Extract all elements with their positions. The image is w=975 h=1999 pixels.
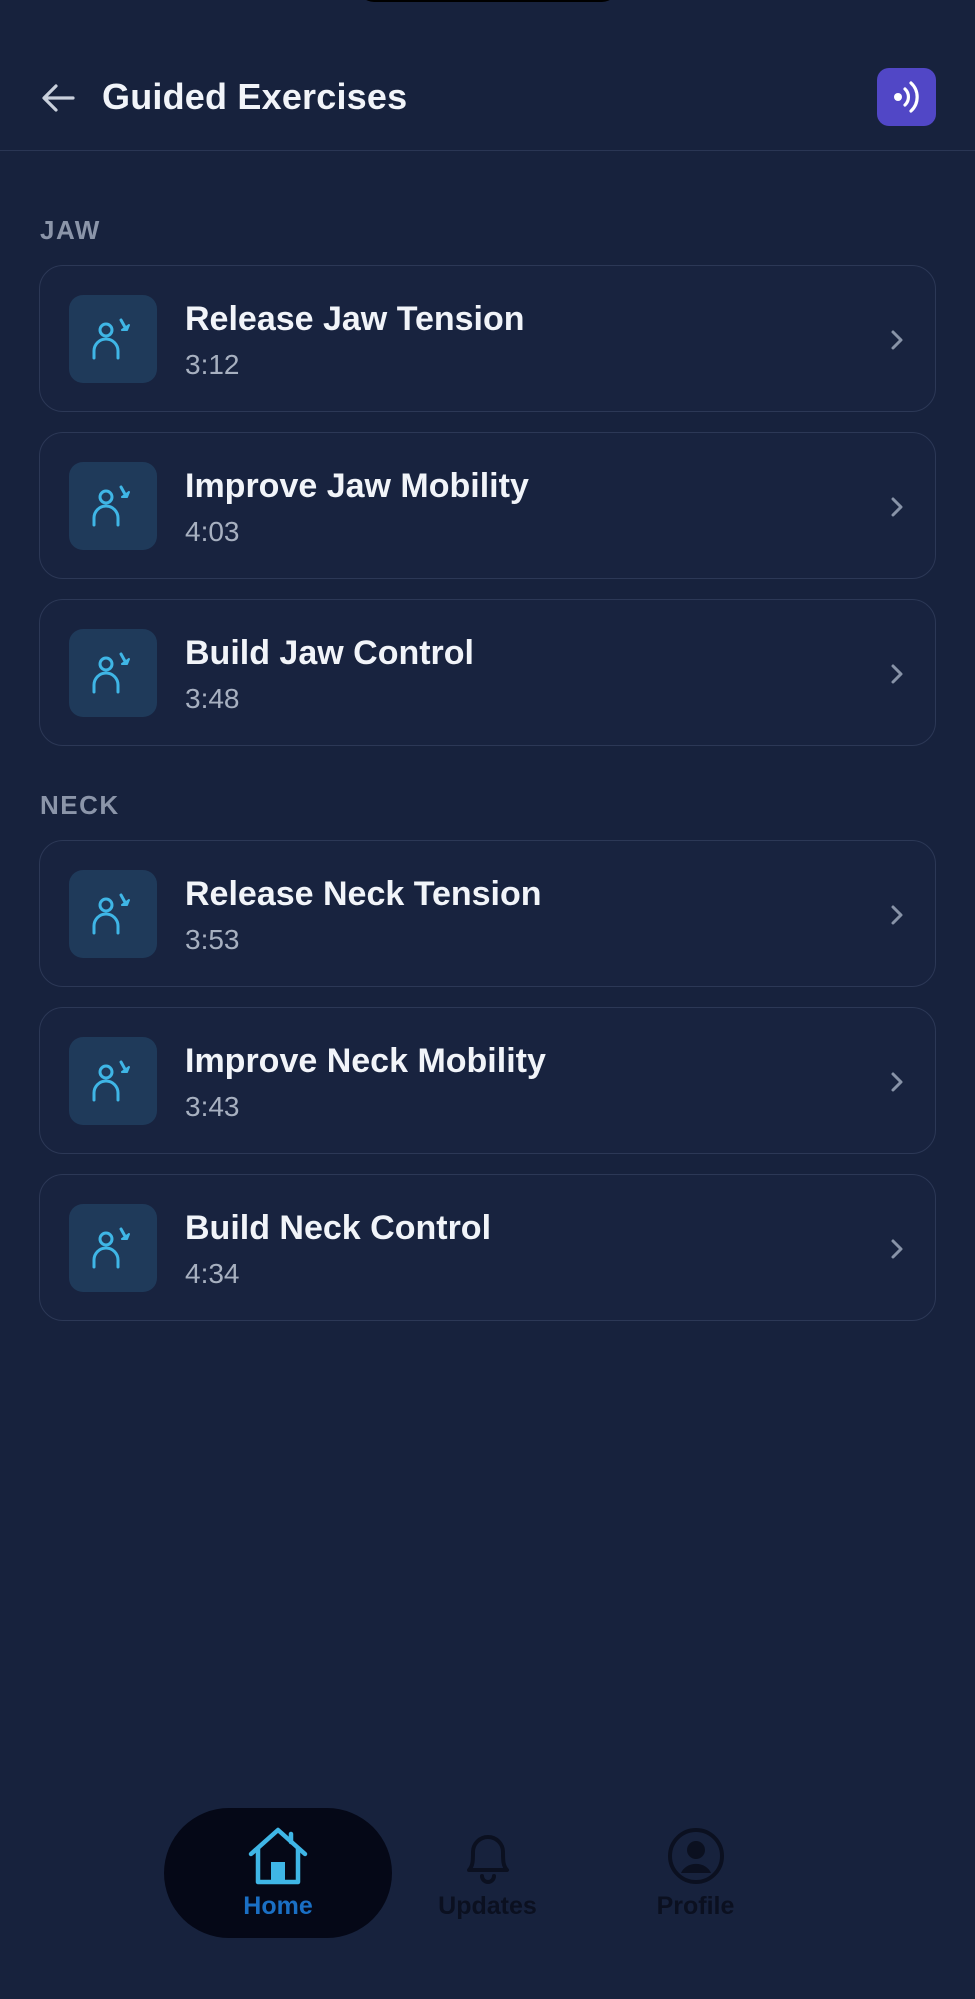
exercise-title: Release Neck Tension: [185, 875, 542, 913]
tab-updates[interactable]: Updates: [380, 1808, 595, 1938]
tab-profile-label: Profile: [656, 1891, 735, 1920]
exercise-title: Improve Jaw Mobility: [185, 467, 529, 505]
back-button[interactable]: [36, 78, 80, 118]
chevron-right-icon: [891, 1072, 903, 1092]
exercise-card[interactable]: Release Jaw Tension 3:12: [39, 265, 936, 412]
chevron-right-icon: [891, 664, 903, 684]
tab-updates-label: Updates: [438, 1891, 537, 1920]
bell-icon: [466, 1834, 509, 1884]
exercise-duration: 3:43: [185, 1091, 240, 1122]
exercise-card[interactable]: Build Jaw Control 3:48: [39, 599, 936, 746]
profile-icon: [667, 1827, 724, 1884]
chevron-right-icon: [891, 497, 903, 517]
header: Guided Exercises: [0, 0, 975, 151]
person-stretch-icon: [92, 318, 130, 360]
exercise-card[interactable]: Improve Neck Mobility 3:43: [39, 1007, 936, 1154]
tab-bar: Home Updates Profile: [0, 1800, 975, 1950]
exercise-duration: 3:48: [185, 683, 240, 714]
audio-button[interactable]: [877, 68, 936, 126]
exercise-title: Build Neck Control: [185, 1209, 492, 1247]
exercise-icon-box: [69, 870, 157, 958]
exercise-icon-box: [69, 1204, 157, 1292]
tab-home[interactable]: Home: [164, 1808, 392, 1938]
exercise-card[interactable]: Release Neck Tension 3:53: [39, 840, 936, 987]
home-icon: [248, 1827, 308, 1884]
section-label-jaw: JAW: [40, 215, 101, 245]
page-title: Guided Exercises: [102, 76, 408, 117]
exercise-icon-box: [69, 629, 157, 717]
person-stretch-icon: [92, 1060, 130, 1102]
person-stretch-icon: [92, 485, 130, 527]
exercise-duration: 4:34: [185, 1258, 240, 1289]
exercise-icon-box: [69, 1037, 157, 1125]
audio-icon: [893, 81, 919, 113]
exercise-duration: 3:53: [185, 924, 240, 955]
exercise-card[interactable]: Improve Jaw Mobility 4:03: [39, 432, 936, 579]
exercise-icon-box: [69, 462, 157, 550]
chevron-right-icon: [891, 905, 903, 925]
chevron-right-icon: [891, 1239, 903, 1259]
person-stretch-icon: [92, 893, 130, 935]
exercise-title: Release Jaw Tension: [185, 300, 525, 338]
exercise-duration: 3:12: [185, 349, 240, 380]
person-stretch-icon: [92, 652, 130, 694]
exercise-card[interactable]: Build Neck Control 4:34: [39, 1174, 936, 1321]
exercise-title: Build Jaw Control: [185, 634, 474, 672]
chevron-right-icon: [891, 330, 903, 350]
arrow-left-icon: [42, 84, 75, 112]
tab-profile[interactable]: Profile: [588, 1808, 803, 1938]
person-stretch-icon: [92, 1227, 130, 1269]
exercise-icon-box: [69, 295, 157, 383]
tab-home-label: Home: [243, 1891, 313, 1920]
exercise-title: Improve Neck Mobility: [185, 1042, 546, 1080]
section-label-neck: NECK: [40, 790, 120, 820]
exercise-duration: 4:03: [185, 516, 240, 547]
